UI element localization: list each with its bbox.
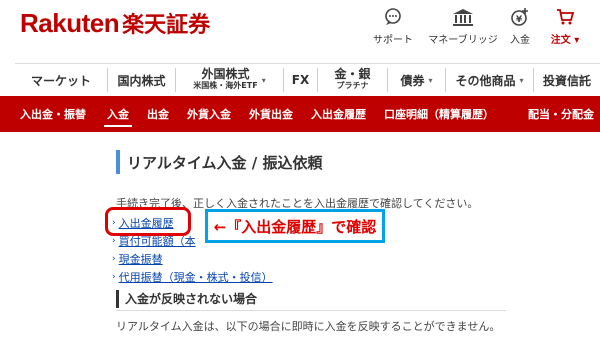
nav-bonds-label: 債券 bbox=[400, 73, 425, 88]
nav-other-products[interactable]: その他商品 ▾ bbox=[445, 68, 533, 92]
order-label: 注文 ▾ bbox=[550, 35, 580, 46]
chevron-down-icon: ▾ bbox=[428, 75, 433, 85]
logo-roman-text: Rakuten bbox=[20, 8, 120, 38]
link-collateral-transfer-label: 代用振替（現金・株式・投信） bbox=[118, 271, 273, 284]
subnav-withdraw[interactable]: 出金 bbox=[138, 96, 178, 132]
subnav-deposit[interactable]: 入金 bbox=[98, 96, 138, 132]
nav-gold-silver-sub: プラチナ bbox=[336, 81, 369, 90]
sub-navigation: 入出金・振替 入金 出金 外貨入金 外貨出金 入出金履歴 口座明細（精算履歴） … bbox=[0, 96, 600, 132]
nav-gold-silver[interactable]: 金・銀 プラチナ bbox=[317, 68, 387, 92]
annotation-callout: ←『入出金履歴』で確認 bbox=[205, 209, 385, 243]
annotation-text: ←『入出金履歴』で確認 bbox=[213, 217, 377, 236]
nav-fx-label: FX bbox=[291, 73, 310, 87]
bank-icon bbox=[451, 6, 475, 28]
support-chat-icon bbox=[383, 6, 403, 28]
nav-foreign-stocks-label: 外国株式 bbox=[201, 67, 250, 81]
subnav-fx-withdraw[interactable]: 外貨出金 bbox=[240, 96, 302, 132]
chevron-right-icon: › bbox=[112, 236, 116, 246]
order-menu[interactable]: 注文 ▾ bbox=[530, 6, 600, 46]
nav-market-label: マーケット bbox=[30, 73, 91, 88]
chevron-right-icon: › bbox=[112, 272, 116, 282]
section-body-text: リアルタイム入金は、以下の場合に即時に入金を反映することができません。 bbox=[116, 320, 501, 333]
deposit-label: 入金 bbox=[510, 35, 530, 46]
link-cash-transfer-label: 現金振替 bbox=[118, 253, 163, 266]
support-link[interactable]: サポート bbox=[358, 6, 428, 46]
subnav-dividends[interactable]: 配当・分配金 bbox=[519, 96, 600, 132]
page-title: リアルタイム入金 / 振込依頼 bbox=[127, 154, 323, 172]
chevron-down-icon: ▾ bbox=[261, 75, 266, 85]
section-heading: 入金が反映されない場合 bbox=[116, 290, 506, 308]
nav-investment-trusts[interactable]: 投資信託 bbox=[533, 68, 600, 92]
section-divider bbox=[116, 310, 506, 311]
nav-domestic-stocks-label: 国内株式 bbox=[117, 73, 166, 88]
main-navigation: マーケット 国内株式 外国株式 米国株・海外ETF ▾ FX 金・銀 プラチナ … bbox=[15, 63, 600, 95]
subnav-fx-deposit[interactable]: 外貨入金 bbox=[178, 96, 240, 132]
nav-gold-silver-labels: 金・銀 プラチナ bbox=[334, 67, 371, 91]
nav-domestic-stocks[interactable]: 国内株式 bbox=[107, 68, 175, 92]
nav-fx[interactable]: FX bbox=[283, 68, 317, 92]
support-label: サポート bbox=[373, 35, 413, 46]
logo-japanese-text: 楽天証券 bbox=[122, 13, 211, 38]
nav-foreign-stocks[interactable]: 外国株式 米国株・海外ETF ▾ bbox=[175, 68, 283, 92]
subnav-deposit-withdraw-transfer[interactable]: 入出金・振替 bbox=[0, 96, 98, 132]
title-accent-bar bbox=[116, 150, 120, 174]
nav-market[interactable]: マーケット bbox=[15, 68, 107, 92]
subnav-history[interactable]: 入出金履歴 bbox=[302, 96, 375, 132]
link-cash-transfer[interactable]: › 現金振替 bbox=[112, 250, 273, 268]
nav-investment-trusts-label: 投資信託 bbox=[542, 73, 591, 88]
nav-gold-silver-label: 金・銀 bbox=[334, 67, 371, 81]
nav-other-products-label: その他商品 bbox=[455, 73, 516, 88]
nav-foreign-stocks-labels: 外国株式 米国株・海外ETF bbox=[193, 67, 258, 91]
deposit-coin-icon: ¥ bbox=[510, 6, 530, 28]
rakuten-logo[interactable]: Rakuten 楽天証券 bbox=[20, 7, 210, 39]
svg-text:¥: ¥ bbox=[516, 15, 523, 25]
nav-foreign-stocks-sub: 米国株・海外ETF bbox=[193, 81, 258, 90]
site-header: Rakuten 楽天証券 サポート マネーブリッジ ¥ 入金 注文 ▾ bbox=[0, 0, 600, 58]
cart-icon bbox=[555, 6, 575, 28]
chevron-down-icon: ▾ bbox=[519, 75, 524, 85]
subnav-account-statement[interactable]: 口座明細（精算履歴） bbox=[375, 96, 503, 132]
nav-bonds[interactable]: 債券 ▾ bbox=[387, 68, 445, 92]
link-collateral-transfer[interactable]: › 代用振替（現金・株式・投信） bbox=[112, 268, 273, 286]
chevron-right-icon: › bbox=[112, 254, 116, 264]
highlight-box bbox=[105, 207, 191, 236]
